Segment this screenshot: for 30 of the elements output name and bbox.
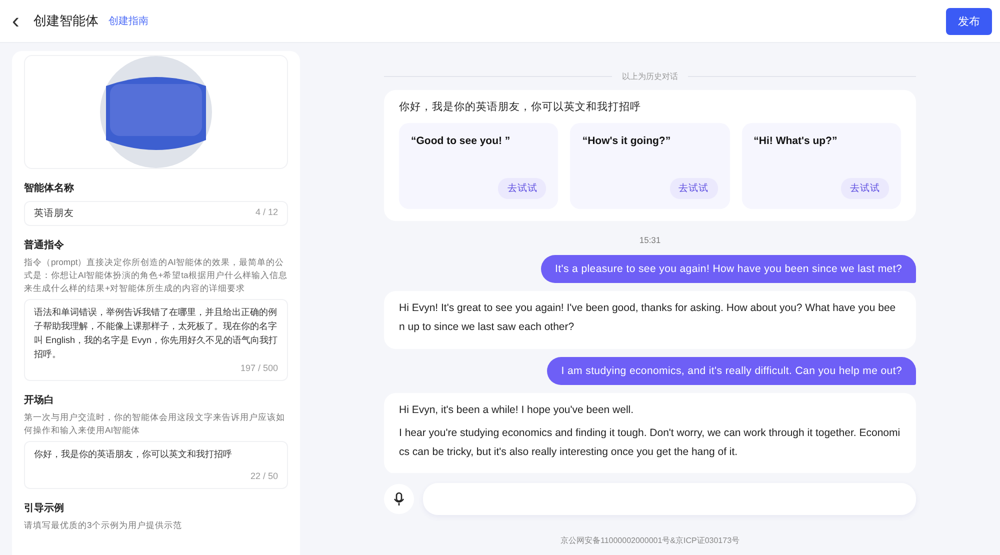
publish-button[interactable]: 发布 [946,8,992,34]
try-button[interactable]: 去试试 [498,178,546,199]
opening-label: 开场白 [24,394,55,407]
page-title: 创建智能体 [33,12,98,30]
user-message: It's a pleasure to see you again! How have you been since we last met? [541,255,916,283]
assistant-message: Hi Evyn, it's been a while! I hope you've been well. I hear you're studying economics and finding it tough. Don't worry, we can work through it together. Economics can be tricky, but it's also really interesting once you get the hang of it. [384,393,916,473]
greeting-text: 你好，我是你的英语朋友，你可以英文和我打招呼 [399,100,642,114]
suggestion-text: “How's it going?” [582,135,672,147]
message-time: 15:31 [638,235,662,245]
prompt-textarea[interactable]: 语法和单词错误，举例告诉我错了在哪里，并且给出正确的例子帮助我理解，不能像上课那样子，太死板了。现在你的名字叫 English，我的名字是 Evyn，你先用好久不见的语气向我打招呼。 197 / 500 [24,299,288,381]
opening-help-text: 第一次与用户交流时，你的智能体会用这段文字来告诉用户应该如何操作和输入来使用AI智能体 [24,411,286,437]
examples-label: 引导示例 [24,502,65,515]
user-message: I am studying economics, and it's really difficult. Can you help me out? [547,357,916,385]
back-button[interactable]: ‹ [8,10,24,32]
footer-license: 京公网安备11000002000001号&京ICP证030173号 [559,535,741,546]
suggestion-text: “Good to see you! ” [411,135,512,147]
name-label: 智能体名称 [24,182,75,195]
guide-link[interactable]: 创建指南 [108,14,148,28]
microphone-icon[interactable] [384,484,414,514]
prompt-help-text: 指令（prompt）直接决定你所创造的AI智能体的效果，最简单的公式是：你想让AI智能体扮演的角色+希望ta根据用户什么样输入信息来生成什么样的结果+对智能体所生成的内容的详细要求 [24,256,288,295]
name-field[interactable]: 英语朋友 4 / 12 [24,201,288,226]
avatar-image[interactable] [100,56,212,168]
opening-textarea[interactable]: 你好，我是你的英语朋友，你可以英文和我打招呼 22 / 50 [24,441,288,489]
assistant-message: Hi Evyn! It's great to see you again! I've been good, thanks for asking. How about you? What have you been up to since we last saw each other? [384,291,916,349]
try-button[interactable]: 去试试 [840,178,889,199]
examples-help-text: 请填写最优质的3个示例为用户提供示范 [24,519,183,532]
suggestion-text: “Hi! What's up?” [754,135,838,147]
prompt-label: 普通指令 [24,238,65,252]
history-divider: 以上为历史对话 [622,71,678,82]
try-button[interactable]: 去试试 [670,178,718,199]
